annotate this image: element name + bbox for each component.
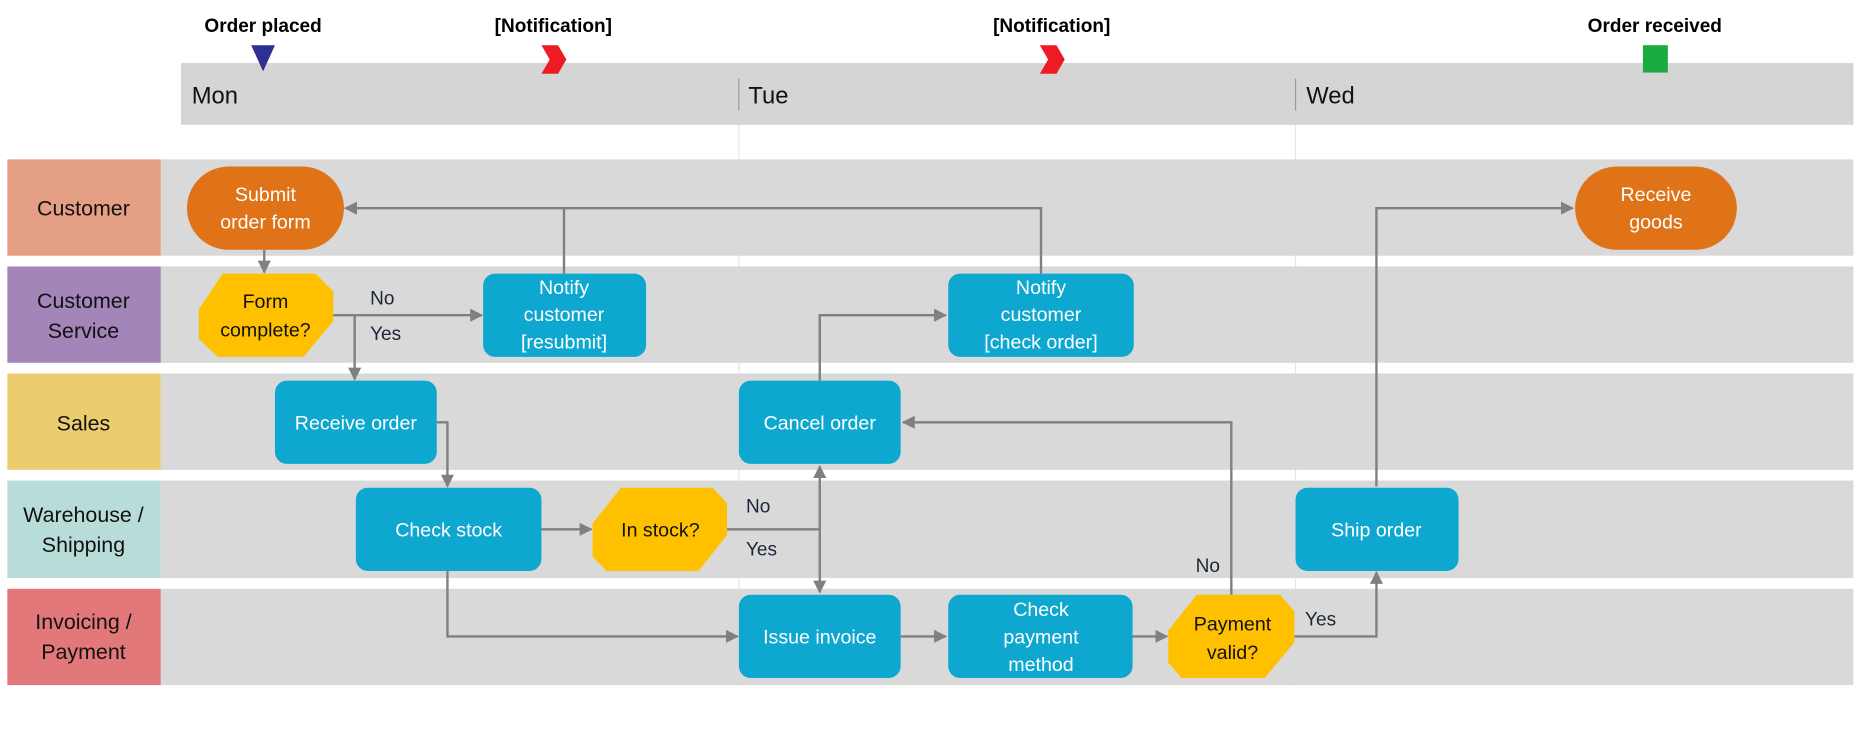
node-in-stock[interactable]: In stock?	[592, 487, 727, 571]
edge-label-form-no: No	[370, 289, 394, 310]
node-receive-order[interactable]: Receive order	[274, 380, 437, 464]
edge-label-payment-yes: Yes	[1305, 610, 1336, 631]
lane-header	[7, 266, 161, 363]
edge-label-stock-yes: Yes	[746, 539, 777, 560]
svg-text:Cancel order: Cancel order	[764, 412, 877, 434]
edge-label-stock-no: No	[746, 497, 770, 518]
node-notify-resubmit[interactable]: Notify customer [resubmit]	[483, 273, 647, 357]
svg-text:In stock?: In stock?	[621, 519, 700, 541]
lane-label: Customer	[37, 196, 130, 220]
svg-text:Ship order: Ship order	[1331, 519, 1422, 541]
milestone-order-received: Order received	[1588, 16, 1722, 37]
node-cancel-order[interactable]: Cancel order	[738, 380, 901, 464]
svg-text:Checkpaymentmethod: Check payment method	[1003, 599, 1079, 676]
node-notify-check-order[interactable]: Notify customer [check order]	[948, 273, 1134, 357]
node-receive-goods[interactable]: Receive goods	[1575, 166, 1737, 250]
lane-warehouse-shipping: Warehouse / Shipping	[7, 480, 1854, 579]
svg-text:Check stock: Check stock	[395, 519, 502, 541]
swimlane-diagram: Mon Tue Wed Order placed [Notification] …	[7, 16, 1854, 686]
node-check-stock[interactable]: Check stock	[355, 487, 542, 571]
lane-label: Sales	[57, 412, 111, 436]
edge-label-payment-no: No	[1196, 556, 1220, 577]
day-label-wed: Wed	[1306, 82, 1354, 109]
timeline-bar	[181, 63, 1854, 125]
milestone-order-placed: Order placed	[204, 16, 321, 37]
square-icon	[1642, 45, 1668, 73]
lane-header	[7, 480, 161, 579]
node-check-payment-method[interactable]: Check payment method	[948, 594, 1133, 679]
milestone-notification-2: [Notification]	[993, 16, 1110, 37]
svg-text:Receive order: Receive order	[295, 412, 418, 434]
lane-header	[7, 588, 161, 686]
node-ship-order[interactable]: Ship order	[1295, 487, 1459, 571]
svg-text:Issue invoice: Issue invoice	[763, 627, 876, 649]
day-label-tue: Tue	[748, 82, 788, 109]
day-label-mon: Mon	[192, 82, 238, 109]
timeline-header: Mon Tue Wed Order placed [Notification] …	[181, 16, 1854, 125]
milestone-notification-1: [Notification]	[495, 16, 612, 37]
node-issue-invoice[interactable]: Issue invoice	[738, 594, 901, 679]
node-form-complete[interactable]: Form complete?	[198, 273, 334, 357]
edge-label-form-yes: Yes	[370, 324, 401, 345]
node-submit-order-form[interactable]: Submit order form	[186, 166, 344, 250]
